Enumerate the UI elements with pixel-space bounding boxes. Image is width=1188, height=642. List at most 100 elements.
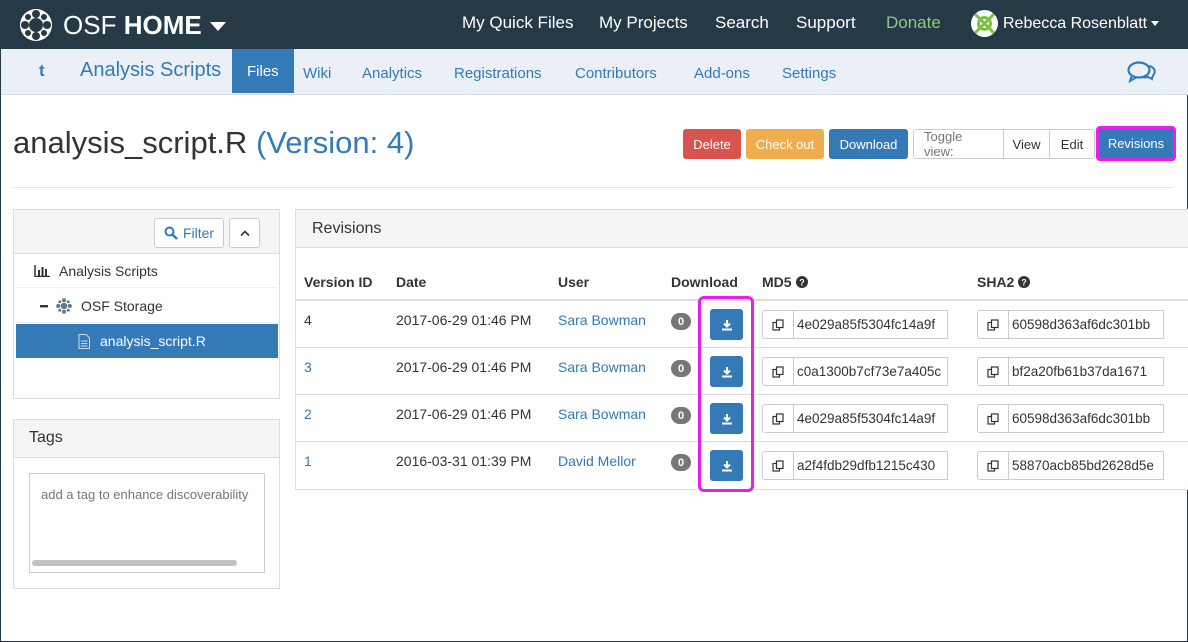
- checkout-button[interactable]: Check out: [746, 129, 824, 159]
- revision-date: 2016-03-31 01:39 PM: [396, 453, 532, 469]
- search-icon: [164, 226, 178, 240]
- revisions-panel: Revisions Version ID Date User Download …: [295, 209, 1188, 490]
- copy-sha2-button[interactable]: [977, 404, 1009, 433]
- tree-item-label: Analysis Scripts: [59, 262, 158, 279]
- filter-button[interactable]: Filter: [154, 218, 224, 248]
- project-title[interactable]: Analysis Scripts: [80, 59, 221, 82]
- chevron-up-icon: [239, 230, 250, 237]
- sha2-input[interactable]: bf2a20fb61b37da1671: [1009, 357, 1164, 386]
- sha2-input[interactable]: 60598d363af6dc301bb: [1009, 404, 1164, 433]
- md5-input[interactable]: 4e029a85f5304fc14a9f: [794, 404, 948, 433]
- md5-input[interactable]: c0a1300b7cf73e7a405c: [794, 357, 948, 386]
- copy-md5-button[interactable]: [762, 451, 794, 480]
- question-circle-icon[interactable]: ?: [1018, 276, 1031, 288]
- md5-input[interactable]: a2f4fdb29dfb1215c430: [794, 451, 948, 480]
- download-button[interactable]: Download: [829, 129, 908, 159]
- copy-md5-button[interactable]: [762, 404, 794, 433]
- nav-donate[interactable]: Donate: [886, 13, 941, 33]
- download-icon: [721, 319, 732, 330]
- revision-date: 2017-06-29 01:46 PM: [396, 359, 532, 375]
- nav-my-projects[interactable]: My Projects: [599, 13, 688, 33]
- md5-input[interactable]: 4e029a85f5304fc14a9f: [794, 310, 948, 339]
- revision-user-link[interactable]: Sara Bowman: [558, 359, 646, 375]
- page-title: analysis_script.R (Version: 4): [13, 125, 414, 161]
- copy-md5-button[interactable]: [762, 357, 794, 386]
- tab-contributors[interactable]: Contributors: [575, 65, 657, 82]
- revisions-button[interactable]: Revisions: [1096, 126, 1176, 161]
- nav-my-quick-files[interactable]: My Quick Files: [462, 13, 573, 33]
- caret-down-icon: [1151, 21, 1160, 26]
- version-id: 4: [304, 312, 312, 328]
- download-revision-button[interactable]: [710, 356, 743, 387]
- filter-label: Filter: [182, 225, 215, 241]
- collapse-button[interactable]: [229, 218, 260, 248]
- download-count-badge: 0: [671, 360, 691, 377]
- download-revision-button[interactable]: [710, 450, 743, 481]
- column-header-user: User: [558, 274, 590, 290]
- nav-support[interactable]: Support: [796, 13, 856, 33]
- copy-icon: [987, 459, 999, 472]
- svg-text:?: ?: [1022, 278, 1028, 288]
- md5-field: c0a1300b7cf73e7a405c: [762, 357, 948, 386]
- copy-md5-button[interactable]: [762, 310, 794, 339]
- version-id-link[interactable]: 3: [304, 359, 312, 375]
- tab-analytics[interactable]: Analytics: [362, 65, 422, 82]
- tab-registrations[interactable]: Registrations: [454, 65, 542, 82]
- download-revision-button[interactable]: [710, 309, 743, 340]
- sha2-input[interactable]: 60598d363af6dc301bb: [1009, 310, 1164, 339]
- copy-icon: [772, 318, 784, 331]
- delete-button[interactable]: Delete: [683, 129, 741, 159]
- tree-item-osf-storage[interactable]: OSF Storage: [16, 289, 278, 323]
- sha2-field: 60598d363af6dc301bb: [977, 310, 1164, 339]
- file-tree-panel: Filter Analysis Scripts OSF Storage anal…: [13, 209, 280, 399]
- osf-storage-icon: [56, 297, 72, 314]
- osf-home-menu[interactable]: OSF HOME: [19, 7, 226, 43]
- tree-item-file[interactable]: analysis_script.R: [16, 324, 278, 358]
- copy-icon: [987, 412, 999, 425]
- column-header-sha2: SHA2 ?: [977, 274, 1031, 290]
- tab-settings[interactable]: Settings: [782, 65, 836, 82]
- svg-text:?: ?: [799, 278, 805, 288]
- horizontal-scrollbar[interactable]: [32, 560, 237, 566]
- copy-sha2-button[interactable]: [977, 310, 1009, 339]
- tag-input[interactable]: add a tag to enhance discoverability: [29, 473, 265, 573]
- copy-sha2-button[interactable]: [977, 451, 1009, 480]
- md5-field: 4e029a85f5304fc14a9f: [762, 310, 948, 339]
- copy-icon: [987, 365, 999, 378]
- sha2-field: 58870acb85bd2628d5e: [977, 451, 1164, 480]
- download-count-badge: 0: [671, 313, 691, 330]
- column-header-date: Date: [396, 274, 427, 290]
- md5-field: 4e029a85f5304fc14a9f: [762, 404, 948, 433]
- tab-files[interactable]: Files: [232, 49, 294, 93]
- bar-chart-icon: [34, 264, 50, 277]
- tree-item-label: OSF Storage: [81, 297, 163, 314]
- project-home-link[interactable]: t: [39, 61, 45, 81]
- download-icon: [721, 460, 732, 471]
- sha2-input[interactable]: 58870acb85bd2628d5e: [1009, 451, 1164, 480]
- avatar: [971, 10, 998, 37]
- tab-add-ons[interactable]: Add-ons: [694, 65, 750, 82]
- user-name: Rebecca Rosenblatt: [1003, 14, 1148, 32]
- revision-user-link[interactable]: Sara Bowman: [558, 312, 646, 328]
- table-row: 2 2017-06-29 01:46 PM Sara Bowman 0 4e02…: [296, 395, 1188, 442]
- edit-button[interactable]: Edit: [1050, 130, 1094, 158]
- version-id-link[interactable]: 1: [304, 453, 312, 469]
- revision-user-link[interactable]: Sara Bowman: [558, 406, 646, 422]
- nav-search[interactable]: Search: [715, 13, 769, 33]
- view-button[interactable]: View: [1004, 130, 1050, 158]
- copy-sha2-button[interactable]: [977, 357, 1009, 386]
- caret-down-icon: [209, 22, 226, 31]
- download-revision-button[interactable]: [710, 403, 743, 434]
- revision-user-link[interactable]: David Mellor: [558, 453, 636, 469]
- comments-icon[interactable]: [1127, 61, 1157, 83]
- copy-icon: [772, 459, 784, 472]
- collapse-minus-icon: [40, 302, 48, 310]
- copy-icon: [772, 412, 784, 425]
- question-circle-icon[interactable]: ?: [795, 276, 808, 288]
- tree-item-label: analysis_script.R: [100, 333, 206, 349]
- tab-wiki[interactable]: Wiki: [303, 65, 331, 82]
- version-id-link[interactable]: 2: [304, 406, 312, 422]
- tree-item-project[interactable]: Analysis Scripts: [16, 254, 278, 288]
- column-header-md5: MD5 ?: [762, 274, 808, 290]
- user-menu[interactable]: Rebecca Rosenblatt: [971, 10, 1160, 37]
